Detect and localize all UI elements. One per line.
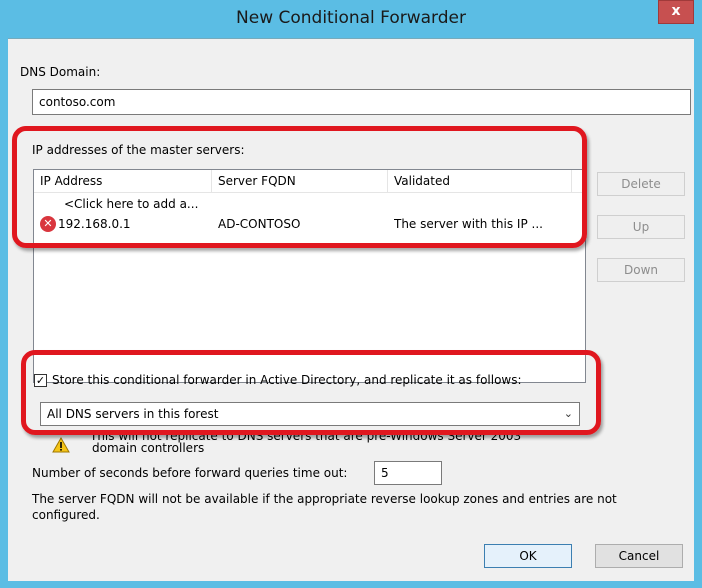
title-bar[interactable]: New Conditional Forwarder x	[0, 0, 702, 38]
timeout-label: Number of seconds before forward queries…	[32, 466, 348, 480]
dialog-body: DNS Domain: contoso.com IP addresses of …	[8, 38, 694, 581]
dialog-title: New Conditional Forwarder	[236, 8, 466, 28]
timeout-value: 5	[381, 466, 389, 480]
delete-button[interactable]: Delete	[597, 172, 685, 196]
up-button[interactable]: Up	[597, 215, 685, 239]
fqdn-note-line-2: configured.	[32, 508, 100, 522]
master-servers-highlight	[12, 126, 587, 248]
warning-icon	[52, 437, 70, 453]
dialog-window: New Conditional Forwarder x DNS Domain: …	[0, 0, 702, 588]
store-ad-highlight	[21, 350, 601, 435]
down-button[interactable]: Down	[597, 258, 685, 282]
timeout-input[interactable]: 5	[374, 461, 442, 485]
dns-domain-value: contoso.com	[39, 95, 116, 109]
fqdn-note: The server FQDN will not be available if…	[32, 491, 617, 523]
ok-button[interactable]: OK	[484, 544, 572, 568]
warning-line-2: domain controllers	[92, 441, 205, 455]
dns-domain-input[interactable]: contoso.com	[32, 89, 691, 115]
close-button[interactable]: x	[658, 0, 694, 24]
cancel-button[interactable]: Cancel	[595, 544, 683, 568]
dns-domain-label: DNS Domain:	[20, 65, 101, 79]
fqdn-note-line-1: The server FQDN will not be available if…	[32, 492, 617, 506]
